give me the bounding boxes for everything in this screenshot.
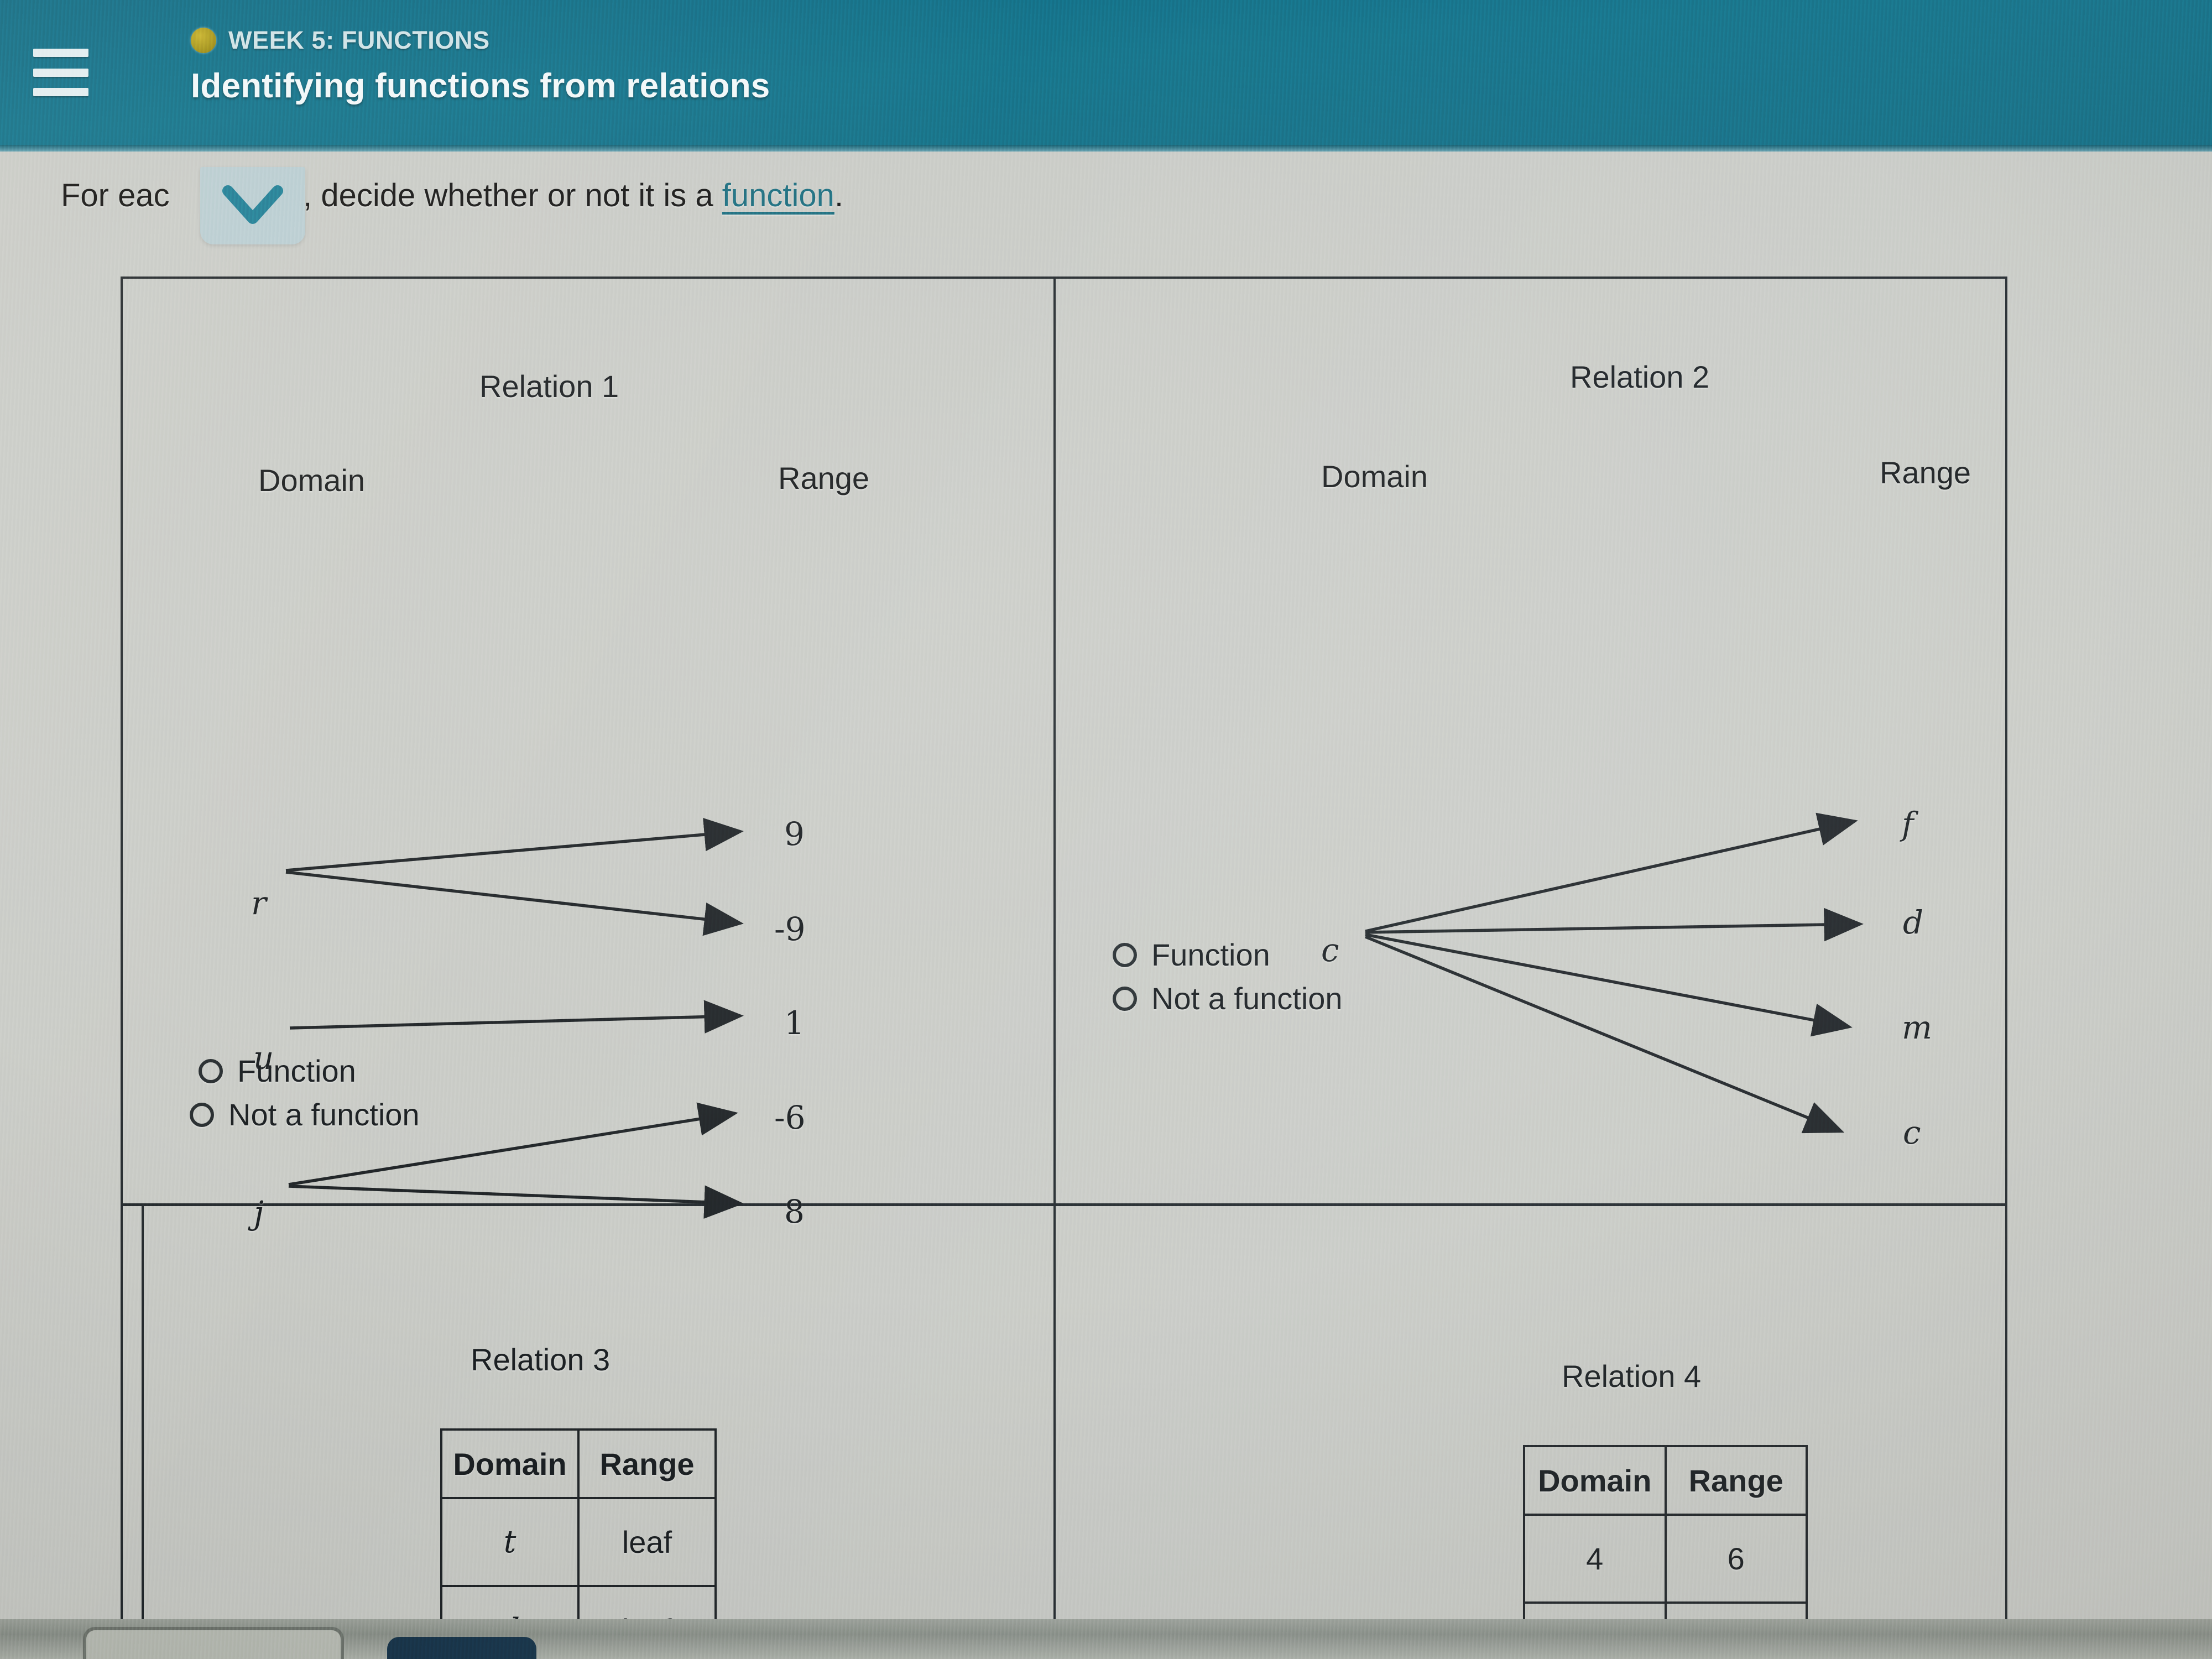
relations-worksheet-panel: Relation 1 Domain Range r u j 9 -9 1 -6 … — [121, 276, 2007, 1659]
instruction-text: For eaction, decide whether or not it is… — [61, 177, 843, 214]
function-glossary-link[interactable]: function — [722, 178, 834, 213]
instruction-part-after: , decide whether or not it is a — [303, 178, 722, 213]
relation-1-option-function-label: Function — [237, 1053, 356, 1088]
lesson-eyebrow: WEEK 5: FUNCTIONS — [191, 26, 490, 55]
hamburger-menu-icon[interactable] — [33, 49, 88, 96]
relation-3-cell: Relation 3 Domain Range t leaf d leaf — [142, 1206, 1053, 1659]
relation-1-option-function[interactable]: Function — [199, 1053, 420, 1089]
table-row: t leaf — [440, 1497, 717, 1587]
device-edge-shape-right — [387, 1637, 536, 1659]
relation-1-radio-group: Function Not a function — [190, 1053, 420, 1140]
arrow-u-to-1 — [289, 1000, 744, 1034]
relation-2-cell: Relation 2 Domain Range c f d m c — [1056, 279, 2007, 1203]
relation-4-header-row: Domain Range — [1523, 1445, 1808, 1516]
hamburger-bar-3 — [33, 88, 88, 96]
table-row: 4 6 — [1523, 1514, 1808, 1604]
relation-3-header-row: Domain Range — [440, 1428, 717, 1499]
chevron-down-icon — [222, 185, 283, 224]
arrow-c-to-f — [1365, 812, 1858, 933]
relation-4-r0-range: 6 — [1664, 1514, 1808, 1604]
relation-3-r0-range: leaf — [577, 1497, 717, 1587]
relation-4-col-range: Range — [1664, 1445, 1808, 1516]
arrow-j-to-8 — [288, 1185, 744, 1219]
radio-icon-unchecked[interactable] — [190, 1102, 214, 1127]
relation-4-title: Relation 4 — [1562, 1359, 1702, 1394]
relation-3-col-range: Range — [577, 1428, 717, 1499]
page-title: Identifying functions from relations — [191, 67, 770, 105]
relation-1-option-not-a-function[interactable]: Not a function — [190, 1097, 420, 1133]
arrow-c-to-c — [1364, 935, 1845, 1134]
instruction-period: . — [834, 178, 844, 213]
hamburger-bar-2 — [33, 68, 88, 77]
relation-2-option-not-a-function-label: Not a function — [1151, 981, 1343, 1016]
screenshot-root: WEEK 5: FUNCTIONS Identifying functions … — [0, 0, 2212, 1659]
arrow-c-to-m — [1365, 933, 1853, 1037]
radio-icon-unchecked[interactable] — [1113, 942, 1137, 967]
relation-3-title: Relation 3 — [471, 1342, 611, 1377]
relation-2-option-not-a-function[interactable]: Not a function — [1113, 980, 1343, 1016]
device-edge-shape-left — [83, 1627, 344, 1659]
radio-icon-unchecked[interactable] — [1113, 986, 1137, 1011]
arrow-r-to-neg9 — [285, 870, 744, 936]
radio-icon-unchecked[interactable] — [199, 1058, 223, 1083]
week-label: WEEK 5: FUNCTIONS — [228, 26, 490, 54]
relation-2-mapping-arrows — [1364, 812, 1864, 1134]
hamburger-bar-1 — [33, 49, 88, 57]
instruction-part-before: For eac — [61, 178, 170, 213]
chevron-down-overlay-button[interactable] — [200, 167, 305, 244]
relation-2-option-function-label: Function — [1151, 937, 1270, 972]
relation-4-cell: Relation 4 Domain Range 4 6 6 6 — [1056, 1206, 2007, 1659]
arrow-r-to-9 — [285, 818, 744, 872]
week-status-dot-icon — [191, 28, 216, 53]
relation-3-r0-domain: t — [440, 1497, 580, 1587]
relation-3-col-domain: Domain — [440, 1428, 580, 1499]
relation-4-col-domain: Domain — [1523, 1445, 1667, 1516]
relation-1-option-not-a-function-label: Not a function — [228, 1097, 420, 1132]
arrow-c-to-d — [1365, 907, 1864, 942]
relation-4-r0-domain: 4 — [1523, 1514, 1667, 1604]
relation-2-option-function[interactable]: Function — [1113, 937, 1343, 973]
app-header: WEEK 5: FUNCTIONS Identifying functions … — [0, 0, 2212, 152]
relation-2-radio-group: Function Not a function — [1113, 937, 1343, 1024]
